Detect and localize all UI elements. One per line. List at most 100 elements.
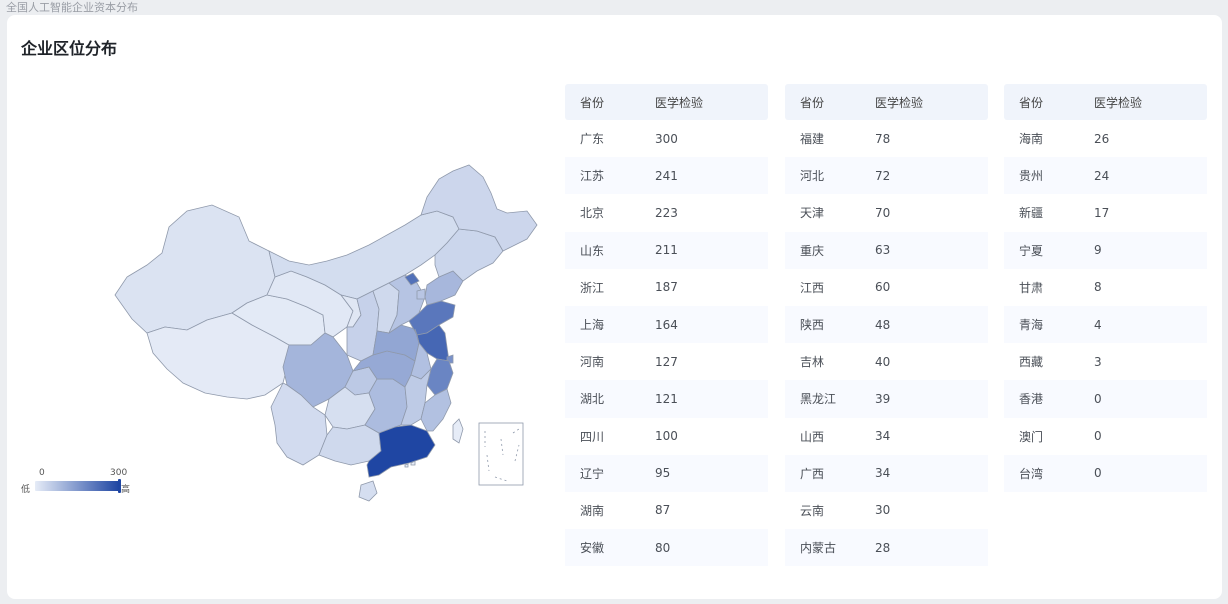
cell-value: 3	[1094, 354, 1102, 369]
cell-province: 宁夏	[1019, 243, 1044, 258]
cell-value: 80	[655, 540, 671, 555]
header-province: 省份	[580, 95, 605, 110]
table-row: 陕西 48	[785, 305, 988, 344]
cell-province: 四川	[580, 429, 605, 444]
cell-value: 187	[655, 280, 678, 295]
distribution-card: 企业区位分布 0 300 低 高 省份 医学检验 广东 300 江苏 241 北京 223 山东…	[7, 15, 1222, 599]
map-region-台湾[interactable]	[452, 418, 464, 444]
cell-value: 72	[875, 168, 891, 183]
cell-value: 8	[1094, 280, 1102, 295]
cell-value: 100	[655, 429, 678, 444]
cell-value: 0	[1094, 466, 1102, 481]
table-row: 澳门 0	[1004, 418, 1207, 455]
table-row: 云南 30	[785, 492, 988, 529]
cell-value: 300	[655, 131, 678, 146]
cell-province: 山东	[580, 243, 605, 258]
cell-value: 70	[875, 205, 891, 220]
cell-province: 湖北	[580, 392, 605, 407]
cell-value: 30	[875, 503, 891, 518]
table-row: 上海 164	[565, 305, 768, 344]
cell-value: 26	[1094, 131, 1110, 146]
cell-province: 福建	[800, 132, 825, 147]
table-row: 福建 78	[785, 120, 988, 157]
table-row: 甘肃 8	[1004, 269, 1207, 306]
cell-province: 河北	[800, 169, 825, 184]
cell-value: 34	[875, 466, 891, 481]
cell-province: 新疆	[1019, 206, 1044, 221]
cell-province: 云南	[800, 503, 825, 518]
legend-gradient-bar[interactable]	[35, 481, 119, 491]
table-row: 北京 223	[565, 194, 768, 231]
header-value: 医学检验	[655, 95, 704, 110]
map-region-辽宁[interactable]	[424, 270, 464, 306]
table-row: 香港 0	[1004, 380, 1207, 418]
header-province: 省份	[1019, 95, 1044, 110]
table-row: 湖南 87	[565, 492, 768, 529]
cell-value: 211	[655, 243, 678, 258]
legend-low-label: 低	[21, 485, 31, 495]
cell-province: 澳门	[1019, 429, 1044, 444]
legend-high-label: 高	[121, 485, 131, 495]
map-region-天津[interactable]	[416, 288, 426, 300]
table-row: 河北 72	[785, 157, 988, 195]
cell-value: 40	[875, 354, 891, 369]
cell-province: 陕西	[800, 318, 825, 333]
table-row: 新疆 17	[1004, 194, 1207, 231]
cell-value: 121	[655, 391, 678, 406]
cell-province: 辽宁	[580, 466, 605, 481]
cell-value: 127	[655, 354, 678, 369]
map-svg	[114, 164, 538, 502]
ranking-table-2: 省份 医学检验 福建 78 河北 72 天津 70 重庆 63 江西 60 陕西 48 吉林 40 黑龙江 39 山…	[785, 84, 988, 567]
table-row: 广东 300	[565, 120, 768, 157]
table-row: 内蒙古 28	[785, 529, 988, 567]
cell-province: 贵州	[1019, 169, 1044, 184]
cell-province: 青海	[1019, 318, 1044, 333]
cell-province: 香港	[1019, 392, 1044, 407]
visual-map-legend: 0 300 低 高	[17, 468, 137, 498]
cell-value: 9	[1094, 243, 1102, 258]
cell-value: 78	[875, 131, 891, 146]
cell-province: 河南	[580, 355, 605, 370]
cell-province: 北京	[580, 206, 605, 221]
table-row: 宁夏 9	[1004, 231, 1207, 269]
cell-province: 浙江	[580, 280, 605, 295]
cell-value: 95	[655, 466, 671, 481]
cell-value: 24	[1094, 168, 1110, 183]
header-value: 医学检验	[875, 95, 924, 110]
cell-province: 江西	[800, 280, 825, 295]
table-row: 江苏 241	[565, 157, 768, 195]
legend-min: 0	[39, 468, 45, 478]
cell-value: 60	[875, 280, 891, 295]
table-row: 贵州 24	[1004, 157, 1207, 195]
legend-max: 300	[110, 468, 128, 478]
cell-province: 上海	[580, 318, 605, 333]
south-china-sea-inset	[478, 422, 524, 486]
cell-value: 87	[655, 503, 671, 518]
table-row: 浙江 187	[565, 269, 768, 306]
ranking-table-3: 省份 医学检验 海南 26 贵州 24 新疆 17 宁夏 9 甘肃 8 青海 4 西藏 3 香港 0 澳门 0 台湾 0	[1004, 84, 1207, 492]
cell-province: 山西	[800, 429, 825, 444]
table-header: 省份 医学检验	[1004, 84, 1207, 120]
cell-value: 48	[875, 317, 891, 332]
map-region-浙江[interactable]	[426, 358, 454, 396]
map-region-海南[interactable]	[358, 480, 378, 502]
header-value: 医学检验	[1094, 95, 1143, 110]
ranking-table-1: 省份 医学检验广东 300 江苏 241 北京 223 山东 211 浙江 187 上海 164 河南 12…	[565, 84, 768, 567]
china-choropleth-map: 0 300 低 高	[7, 15, 567, 599]
cell-value: 17	[1094, 205, 1110, 220]
table-header: 省份 医学检验	[565, 84, 768, 120]
cell-value: 164	[655, 317, 678, 332]
map-region-澳门[interactable]	[404, 463, 409, 468]
cell-value: 0	[1094, 391, 1102, 406]
cell-province: 西藏	[1019, 355, 1044, 370]
cell-value: 63	[875, 243, 891, 258]
table-header: 省份 医学检验	[785, 84, 988, 120]
table-row: 湖北 121	[565, 380, 768, 418]
cell-value: 0	[1094, 429, 1102, 444]
cell-value: 39	[875, 391, 891, 406]
table-row: 青海 4	[1004, 305, 1207, 344]
cell-province: 甘肃	[1019, 280, 1044, 295]
cell-value: 223	[655, 205, 678, 220]
cell-province: 重庆	[800, 243, 825, 258]
table-row: 四川 100	[565, 418, 768, 455]
